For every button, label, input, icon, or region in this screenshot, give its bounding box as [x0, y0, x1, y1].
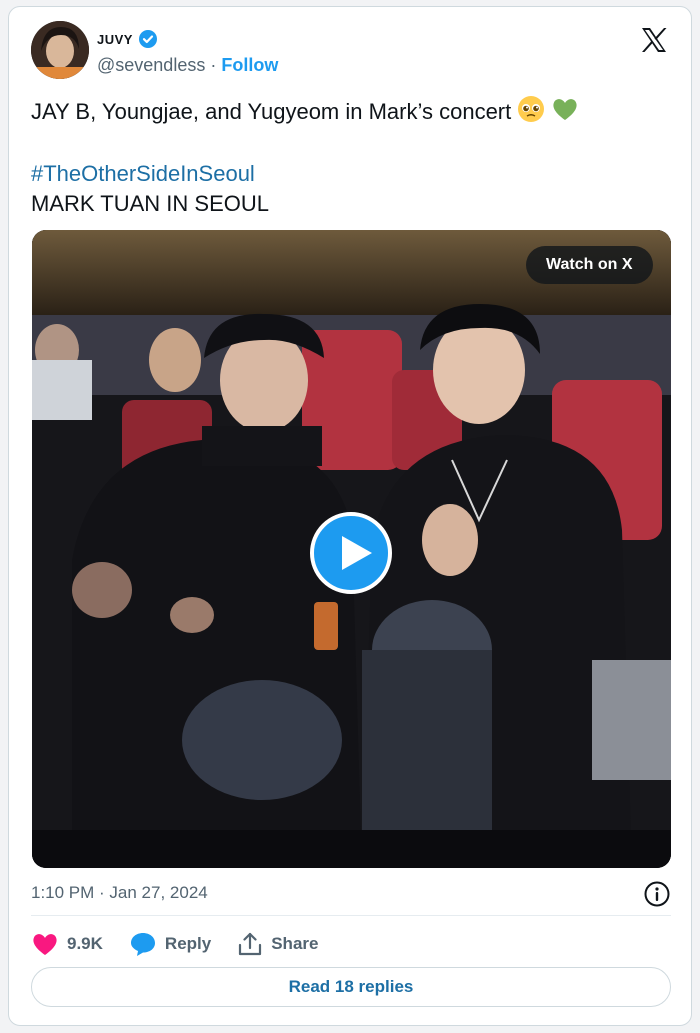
hashtag-link[interactable]: #TheOtherSideInSeoul — [31, 161, 255, 187]
avatar[interactable] — [31, 21, 89, 79]
like-count: 9.9K — [67, 934, 103, 953]
watch-on-x-button[interactable]: Watch on X — [526, 246, 653, 284]
tweet-timestamp[interactable]: 1:10 PM · Jan 27, 2024 — [31, 883, 208, 903]
handle-separator: · — [205, 55, 222, 75]
tweet-text: JAY B, Youngjae, and Yugyeom in Mark’s c… — [31, 95, 671, 131]
user-handle[interactable]: @sevendless — [97, 55, 205, 75]
x-logo-icon[interactable] — [639, 25, 669, 55]
green-heart-emoji — [551, 95, 579, 131]
follow-button[interactable]: Follow — [221, 55, 278, 75]
share-button[interactable]: Share — [237, 931, 318, 957]
share-icon — [239, 932, 262, 956]
pleading-face-emoji — [517, 95, 545, 131]
tweet-body: JAY B, Youngjae, and Yugyeom in Mark’s c… — [31, 98, 518, 124]
info-icon[interactable] — [643, 880, 671, 908]
play-button[interactable] — [310, 512, 392, 594]
verified-badge-icon — [138, 29, 158, 49]
reply-label: Reply — [164, 934, 212, 953]
read-replies-button[interactable]: Read 18 replies — [31, 967, 671, 1007]
share-label: Share — [271, 934, 319, 953]
tweet-card: JUVY @sevendless · Follow JAY B, Youngja… — [8, 6, 692, 1026]
reply-bubble-icon — [130, 933, 155, 956]
action-bar: 9.9K Reply Share — [31, 929, 344, 959]
display-name[interactable]: JUVY — [97, 32, 133, 47]
play-icon — [342, 536, 372, 570]
reply-button[interactable]: Reply — [129, 931, 211, 957]
like-button[interactable]: 9.9K — [31, 931, 103, 957]
tweet-text-line-2: MARK TUAN IN SEOUL — [31, 191, 269, 216]
handle-row: @sevendless · Follow — [97, 55, 278, 76]
divider — [31, 915, 671, 916]
heart-icon — [33, 934, 57, 955]
video-player[interactable]: Watch on X — [32, 230, 671, 868]
